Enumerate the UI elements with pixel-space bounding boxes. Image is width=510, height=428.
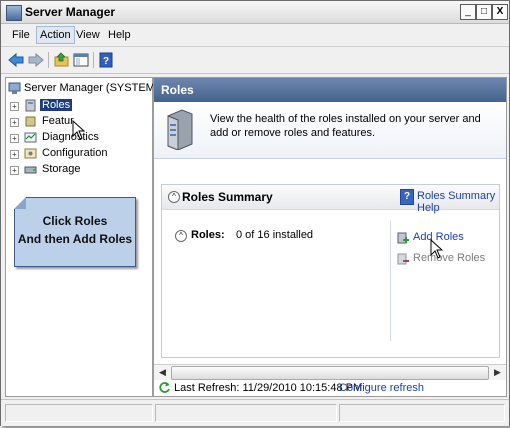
- roles-icon: [25, 99, 36, 112]
- tree-item-storage[interactable]: + Storage: [10, 163, 130, 179]
- show-hide-tree-icon[interactable]: [72, 51, 90, 69]
- expand-icon[interactable]: +: [10, 150, 19, 159]
- callout-fold: [14, 197, 26, 209]
- features-icon: [25, 116, 36, 127]
- status-cell: [5, 404, 153, 422]
- maximize-button[interactable]: □: [476, 4, 492, 20]
- roles-description: View the health of the roles installed o…: [210, 113, 481, 139]
- expand-icon[interactable]: +: [10, 102, 19, 111]
- callout-text: Click Roles And then Add Roles: [15, 212, 135, 248]
- configure-refresh-link[interactable]: Configure refresh: [339, 382, 424, 394]
- scrollbar-thumb[interactable]: [171, 366, 489, 380]
- add-roles-icon: [397, 232, 409, 244]
- menu-bar: File Action View Help: [1, 24, 509, 47]
- mouse-pointer-icon: [72, 120, 86, 140]
- mouse-pointer-icon: [430, 239, 444, 259]
- toolbar-separator: [48, 52, 49, 68]
- server-manager-window: Server Manager _ □ X File Action View He…: [0, 0, 510, 426]
- tree-item-roles[interactable]: + Roles: [10, 99, 130, 115]
- scroll-right-icon[interactable]: ▶: [490, 366, 505, 379]
- menu-help[interactable]: Help: [105, 28, 134, 42]
- tree-item-label: Diagnostics: [42, 131, 99, 143]
- minimize-button[interactable]: _: [460, 4, 476, 20]
- status-cell: [339, 404, 505, 422]
- help-book-icon[interactable]: ?: [97, 51, 115, 69]
- toolbar-separator: [93, 52, 94, 68]
- tree-item-diagnostics[interactable]: + Diagnostics: [10, 131, 130, 147]
- roles-installed-count: 0 of 16 installed: [236, 229, 314, 241]
- tree-item-features[interactable]: + Featur: [10, 115, 130, 131]
- section-divider: [390, 221, 391, 341]
- storage-icon: [24, 166, 37, 174]
- forward-arrow-icon[interactable]: [27, 51, 45, 69]
- expand-icon[interactable]: +: [10, 166, 19, 175]
- tree-root-label: Server Manager (SYSTEMDC): [24, 82, 175, 94]
- scroll-left-icon[interactable]: ◀: [155, 366, 170, 379]
- instruction-callout: Click Roles And then Add Roles: [14, 197, 136, 267]
- tree-item-label: Storage: [42, 163, 81, 175]
- tree-root[interactable]: Server Manager (SYSTEMDC): [8, 82, 174, 98]
- configuration-icon: [24, 148, 37, 159]
- up-folder-icon[interactable]: [53, 51, 71, 69]
- callout-line-2: And then Add Roles: [17, 232, 133, 246]
- expand-icon[interactable]: +: [10, 118, 19, 127]
- menu-view[interactable]: View: [73, 28, 103, 42]
- status-cell: [155, 404, 337, 422]
- tree-item-label: Roles: [40, 99, 73, 111]
- horizontal-scrollbar[interactable]: ◀ ▶: [154, 364, 506, 380]
- roles-summary-help-link[interactable]: Roles Summary Help: [417, 190, 499, 214]
- help-icon[interactable]: ?: [400, 189, 414, 205]
- roles-panel: Roles View the health of the roles insta…: [153, 77, 507, 397]
- menu-file[interactable]: File: [9, 28, 33, 42]
- callout-line-1: Click Roles: [42, 214, 108, 228]
- refresh-icon: [159, 382, 170, 393]
- remove-roles-link[interactable]: Remove Roles: [413, 252, 485, 264]
- menu-action[interactable]: Action: [36, 26, 75, 44]
- status-bar: [1, 399, 509, 426]
- tree-item-label: Featur: [42, 115, 74, 127]
- svg-text:?: ?: [103, 56, 109, 67]
- roles-summary-title: Roles Summary: [182, 190, 273, 204]
- roles-summary-header: ^ Roles Summary ? Roles Summary Help: [162, 185, 499, 214]
- roles-key: Roles:: [191, 229, 225, 241]
- collapse-icon[interactable]: ^: [168, 191, 180, 203]
- expand-icon[interactable]: +: [10, 134, 19, 143]
- toolbar: ?: [1, 47, 509, 74]
- server-manager-icon: [8, 82, 21, 94]
- tree-item-configuration[interactable]: + Configuration: [10, 147, 130, 163]
- diagnostics-icon: [24, 132, 37, 143]
- panel-header: Roles: [154, 78, 506, 102]
- title-bar[interactable]: Server Manager _ □ X: [1, 1, 509, 24]
- roles-description-area: View the health of the roles installed o…: [154, 102, 506, 159]
- last-refresh-text: Last Refresh: 11/29/2010 10:15:48 PM: [174, 382, 363, 394]
- remove-roles-icon: [397, 253, 409, 265]
- roles-summary-section: ^ Roles Summary ? Roles Summary Help ^ R…: [161, 184, 500, 358]
- collapse-icon[interactable]: ^: [175, 230, 187, 242]
- server-manager-app-icon: [6, 5, 22, 21]
- window-title: Server Manager: [25, 5, 116, 19]
- back-arrow-icon[interactable]: [7, 51, 25, 69]
- refresh-row: Last Refresh: 11/29/2010 10:15:48 PM Con…: [154, 380, 506, 396]
- server-roles-icon: [167, 109, 193, 150]
- close-button[interactable]: X: [492, 4, 508, 20]
- tree-item-label: Configuration: [42, 147, 108, 159]
- panel-header-title: Roles: [161, 83, 194, 97]
